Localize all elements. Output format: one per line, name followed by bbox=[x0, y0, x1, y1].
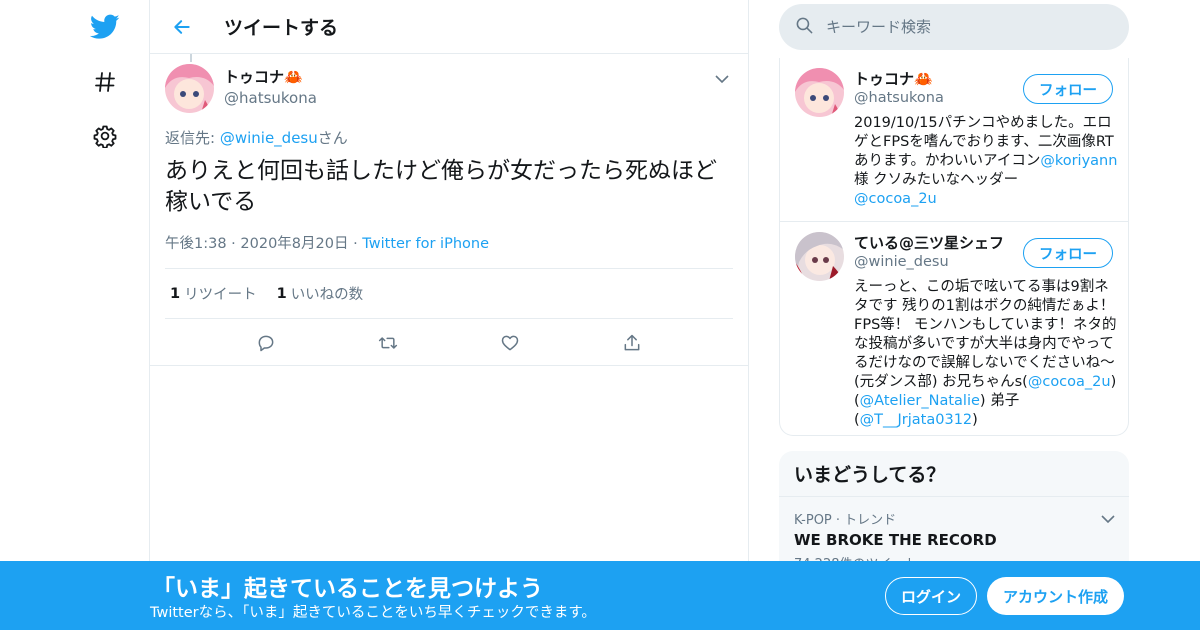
tweet-text: ありえと何回も話したけど俺らが女だったら死ぬほど稼いでる bbox=[165, 158, 717, 215]
bio-mention-link[interactable]: @T__Jrjata0312 bbox=[860, 412, 972, 428]
retweet-count[interactable]: 1 bbox=[170, 286, 180, 302]
main-column: ツイートする トゥコナ🦀 @hatsukona 返信先: @winie_desu… bbox=[149, 0, 749, 630]
tweet-author-handle[interactable]: @hatsukona bbox=[224, 89, 317, 107]
gear-icon[interactable] bbox=[88, 119, 122, 153]
bio-mention-link[interactable]: @koriyann bbox=[1040, 153, 1117, 169]
meta-separator: · bbox=[231, 236, 241, 252]
main-header: ツイートする bbox=[150, 0, 748, 54]
bio-text: ) bbox=[972, 412, 978, 428]
back-arrow-icon[interactable] bbox=[162, 7, 202, 47]
avatar[interactable] bbox=[165, 64, 214, 113]
trend-name[interactable]: WE BROKE THE RECORD bbox=[794, 531, 1114, 549]
left-nav bbox=[0, 0, 150, 630]
search-bar[interactable] bbox=[779, 4, 1129, 50]
search-input[interactable] bbox=[826, 18, 1106, 36]
like-count[interactable]: 1 bbox=[277, 286, 287, 302]
user-cell[interactable]: ている@三ツ星シェフ @winie_desu えーっと、この垢で呟いてる事は9割… bbox=[780, 222, 1128, 442]
bio-mention-link[interactable]: @cocoa_2u bbox=[1028, 374, 1111, 390]
follow-button[interactable]: フォロー bbox=[1023, 238, 1113, 268]
signup-button[interactable]: アカウント作成 bbox=[987, 577, 1124, 615]
tweet-meta: 午後1:38 · 2020年8月20日 · Twitter for iPhone bbox=[165, 232, 733, 269]
bio-mention-link[interactable]: @Atelier_Natalie bbox=[860, 393, 980, 409]
tweet-author-name[interactable]: トゥコナ🦀 bbox=[224, 66, 317, 87]
focused-tweet: トゥコナ🦀 @hatsukona 返信先: @winie_desuさん ありえと… bbox=[150, 54, 748, 367]
user-bio: えーっと、この垢で呟いてる事は9割ネタです 残りの1割はボクの純情だぁよ！FPS… bbox=[854, 278, 1118, 430]
trend-category: K-POP · トレンド bbox=[794, 513, 897, 528]
login-button[interactable]: ログイン bbox=[885, 577, 977, 615]
retweet-label[interactable]: リツイート bbox=[184, 283, 257, 304]
divider bbox=[150, 365, 748, 366]
heart-icon[interactable] bbox=[493, 326, 527, 360]
twitter-bird-icon[interactable] bbox=[88, 10, 122, 44]
search-icon bbox=[795, 16, 814, 39]
like-label[interactable]: いいねの数 bbox=[291, 283, 364, 304]
meta-separator: · bbox=[353, 236, 363, 252]
page-title: ツイートする bbox=[224, 17, 339, 39]
tweet-actions bbox=[165, 319, 733, 367]
reply-prefix: 返信先: bbox=[165, 129, 220, 147]
tweet-stats: 1 リツイート 1 いいねの数 bbox=[165, 269, 733, 319]
user-bio: 2019/10/15パチンコやめました。エロゲとFPSを嗜んでおります、二次画像… bbox=[854, 114, 1118, 209]
banner-subtitle: Twitterなら、「いま」起きていることをいち早くチェックできます。 bbox=[150, 605, 596, 621]
hashtag-icon[interactable] bbox=[88, 65, 122, 99]
reply-suffix: さん bbox=[317, 129, 348, 147]
avatar[interactable] bbox=[795, 232, 844, 281]
users-card: トゥコナ🦀 @hatsukona 2019/10/15パチンコやめました。エロゲ… bbox=[779, 58, 1129, 436]
reply-to-line: 返信先: @winie_desuさん bbox=[165, 127, 733, 148]
tweet-source-link[interactable]: Twitter for iPhone bbox=[362, 236, 489, 252]
chevron-down-icon[interactable] bbox=[711, 68, 733, 90]
avatar[interactable] bbox=[795, 68, 844, 117]
follow-button[interactable]: フォロー bbox=[1023, 74, 1113, 104]
thread-line bbox=[190, 54, 192, 62]
tweet-date[interactable]: 2020年8月20日 bbox=[240, 236, 348, 252]
user-cell[interactable]: トゥコナ🦀 @hatsukona 2019/10/15パチンコやめました。エロゲ… bbox=[780, 58, 1128, 222]
reply-icon[interactable] bbox=[249, 326, 283, 360]
bio-mention-link[interactable]: @cocoa_2u bbox=[854, 191, 937, 207]
bio-text: 様 クソみたいなヘッダー bbox=[854, 172, 1019, 188]
share-icon[interactable] bbox=[615, 326, 649, 360]
retweet-icon[interactable] bbox=[371, 326, 405, 360]
signup-banner: 「いま」起きていることを見つけよう Twitterなら、「いま」起きていることを… bbox=[0, 561, 1200, 630]
chevron-down-icon[interactable] bbox=[1101, 509, 1115, 528]
tweet-time[interactable]: 午後1:38 bbox=[165, 236, 227, 252]
reply-handle-link[interactable]: @winie_desu bbox=[220, 129, 318, 147]
banner-title: 「いま」起きていることを見つけよう bbox=[152, 576, 543, 602]
trends-title: いまどうしてる？ bbox=[779, 451, 1129, 497]
